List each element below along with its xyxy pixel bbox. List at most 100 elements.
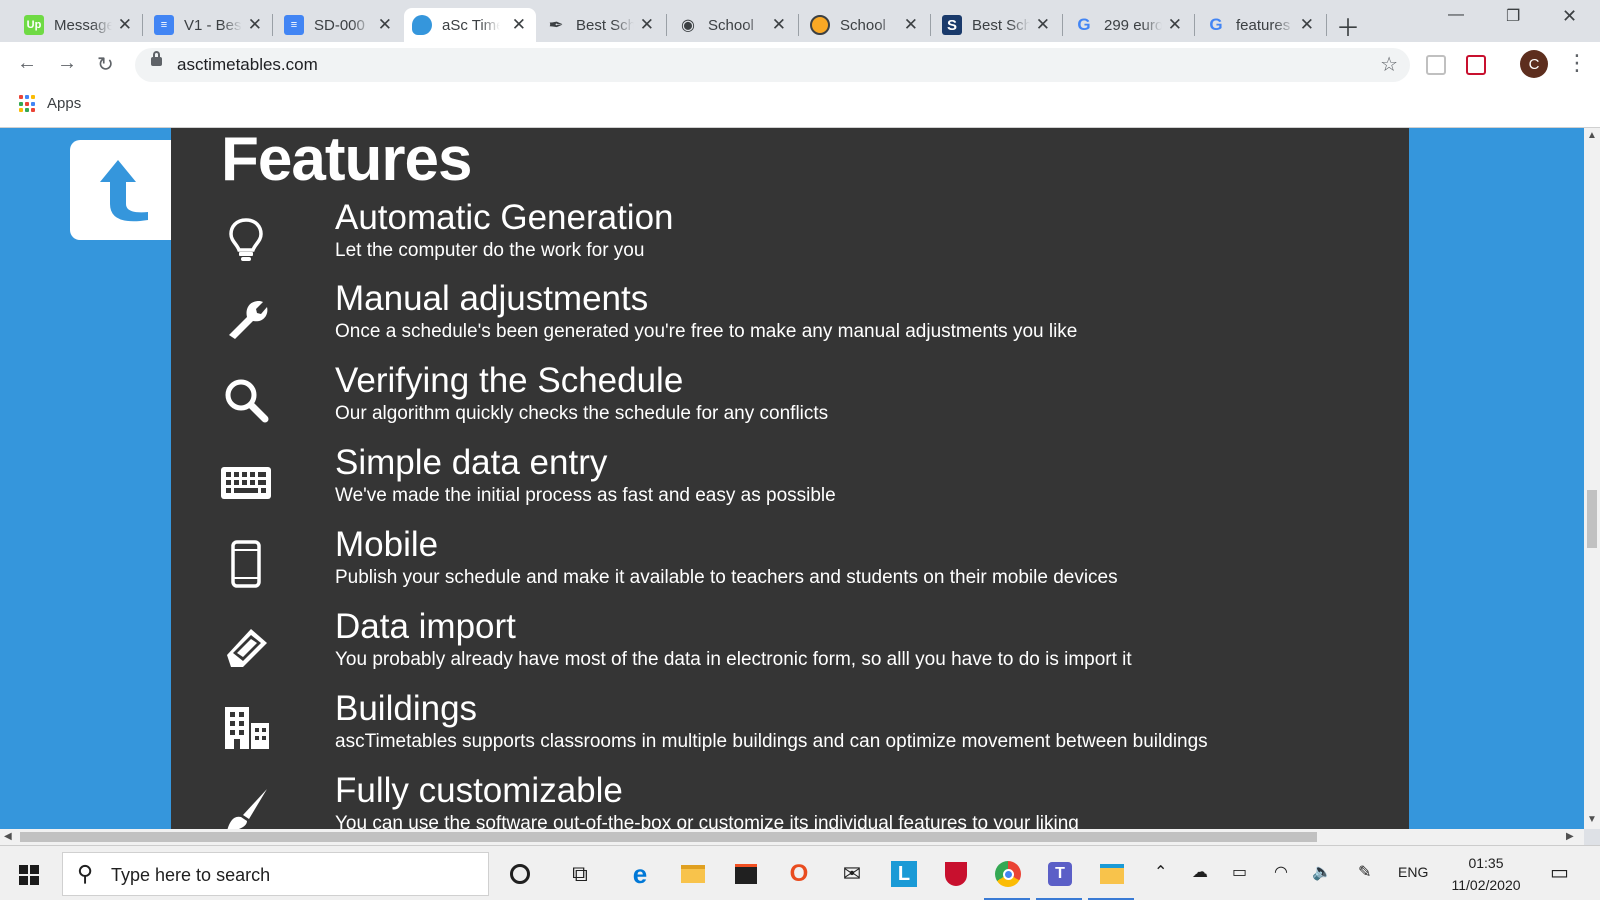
scroll-right-arrow-icon[interactable]: ▶ [1566, 831, 1574, 842]
feature-title: Simple data entry [335, 443, 608, 482]
teams-icon[interactable]: T [1046, 860, 1074, 888]
search-icon [225, 379, 269, 423]
bookmark-star-icon[interactable]: ☆ [1380, 52, 1398, 77]
horizontal-scroll-thumb[interactable] [20, 832, 1317, 842]
tab-title: aSc Timetables [442, 16, 500, 34]
file-explorer-icon[interactable] [679, 860, 707, 888]
office-icon[interactable]: O [785, 860, 813, 888]
minimize-button[interactable]: — [1448, 6, 1464, 24]
pen-icon[interactable]: ✎ [1358, 862, 1371, 882]
horizontal-scrollbar[interactable]: ◀ ▶ [0, 829, 1584, 845]
tab-title: features [1236, 16, 1291, 34]
close-tab-icon[interactable]: ✕ [640, 15, 654, 35]
mail-icon[interactable]: ✉ [838, 860, 866, 888]
store-icon[interactable] [732, 860, 760, 888]
close-tab-icon[interactable]: ✕ [512, 15, 526, 35]
upwork-icon: Up [24, 15, 44, 35]
tab-school-2[interactable]: School ✕ [802, 8, 928, 42]
tab-299-euro[interactable]: G 299 euro ✕ [1066, 8, 1192, 42]
forward-button[interactable]: → [57, 52, 77, 75]
close-tab-icon[interactable]: ✕ [904, 15, 918, 35]
back-button[interactable]: ← [17, 52, 37, 75]
tab-title: School [840, 16, 886, 34]
task-view-icon[interactable]: ⧉ [566, 860, 594, 888]
close-tab-icon[interactable]: ✕ [118, 15, 132, 35]
feature-title: Fully customizable [335, 771, 623, 810]
onedrive-cloud-icon[interactable]: ☁ [1192, 862, 1208, 882]
l-app-icon[interactable]: L [890, 860, 918, 888]
close-tab-icon[interactable]: ✕ [1300, 15, 1314, 35]
profile-avatar[interactable]: C [1520, 50, 1548, 78]
address-bar[interactable]: asctimetables.com ☆ [135, 48, 1410, 82]
feature-title: Verifying the Schedule [335, 361, 684, 400]
language-indicator[interactable]: ENG [1398, 864, 1428, 880]
scroll-up-arrow-icon[interactable]: ▲ [1587, 130, 1597, 141]
apps-icon[interactable] [19, 95, 37, 113]
tab-divider [1194, 14, 1195, 36]
browser-menu-icon[interactable]: ⋮ [1566, 50, 1588, 76]
restore-button[interactable]: ❐ [1506, 6, 1520, 26]
feature-description: Let the computer do the work for you [335, 240, 645, 261]
quill-icon: ✒ [548, 14, 564, 35]
feature-description: You probably already have most of the da… [335, 649, 1132, 670]
close-tab-icon[interactable]: ✕ [1168, 15, 1182, 35]
vertical-scroll-thumb[interactable] [1587, 490, 1597, 548]
tab-sd-000[interactable]: ≡ SD-000 ✕ [276, 8, 402, 42]
docs-icon: ≡ [284, 15, 304, 35]
tab-divider [930, 14, 931, 36]
taskbar-search-input[interactable]: ⚲ Type here to search [62, 852, 489, 896]
mcafee-extension-icon[interactable] [1466, 55, 1486, 75]
feature-description: Once a schedule's been generated you're … [335, 321, 1078, 342]
feature-item: Verifying the Schedule Our algorithm qui… [221, 361, 1371, 447]
feature-item: Manual adjustments Once a schedule's bee… [221, 279, 1371, 365]
close-window-button[interactable]: ✕ [1562, 6, 1577, 27]
chrome-icon[interactable] [994, 860, 1022, 888]
search-icon: ⚲ [77, 861, 94, 886]
edge-icon[interactable]: e [626, 859, 654, 889]
close-tab-icon[interactable]: ✕ [1036, 15, 1050, 35]
tab-title: SD-000 [314, 16, 365, 34]
lock-icon [151, 51, 162, 66]
tab-best-school[interactable]: ✒ Best School ✕ [538, 8, 664, 42]
mcafee-icon[interactable] [942, 860, 970, 888]
apps-bookmark[interactable]: Apps [47, 95, 81, 112]
tab-divider [1326, 14, 1327, 36]
close-tab-icon[interactable]: ✕ [378, 15, 392, 35]
new-tab-button[interactable]: ＋ [1336, 8, 1360, 43]
feature-title: Mobile [335, 525, 439, 564]
web-page: Features Automatic Generation Let the co… [0, 128, 1584, 829]
tab-best-school-2[interactable]: S Best School ✕ [934, 8, 1060, 42]
back-to-top-button[interactable] [70, 140, 182, 240]
close-tab-icon[interactable]: ✕ [248, 15, 262, 35]
browser-toolbar: ← → ↻ asctimetables.com ☆ C ⋮ [0, 42, 1600, 88]
battery-icon[interactable]: ▭ [1232, 862, 1247, 882]
clock[interactable]: 01:35 11/02/2020 [1436, 852, 1536, 896]
feature-description: You can use the software out-of-the-box … [335, 813, 1079, 829]
asc-icon [412, 15, 432, 35]
volume-icon[interactable]: 🔈 [1312, 862, 1332, 882]
action-center-icon[interactable]: ▭ [1550, 860, 1569, 885]
reload-button[interactable]: ↻ [97, 52, 114, 77]
wifi-icon[interactable]: ◠ [1274, 862, 1288, 882]
tab-title: Best School [972, 16, 1030, 34]
windows-start-icon[interactable] [19, 865, 39, 885]
extension-icon[interactable] [1426, 55, 1446, 75]
onedrive-files-icon[interactable] [1098, 860, 1126, 888]
url-text[interactable]: asctimetables.com [177, 55, 318, 75]
tab-features[interactable]: G features ✕ [1198, 8, 1324, 42]
close-tab-icon[interactable]: ✕ [772, 15, 786, 35]
scroll-left-arrow-icon[interactable]: ◀ [4, 831, 12, 842]
scroll-down-arrow-icon[interactable]: ▼ [1587, 814, 1597, 825]
tab-divider [798, 14, 799, 36]
cortana-icon[interactable] [506, 860, 534, 888]
docs-icon: ≡ [154, 15, 174, 35]
tab-divider [272, 14, 273, 36]
keyboard-icon [221, 467, 271, 499]
tab-v1-best[interactable]: ≡ V1 - Best ✕ [146, 8, 272, 42]
tab-messages[interactable]: Up Messages ✕ [16, 8, 142, 42]
show-hidden-icons-chevron-icon[interactable]: ⌃ [1154, 862, 1167, 882]
tab-title: V1 - Best [184, 16, 242, 34]
tab-school[interactable]: ◉ School ✕ [670, 8, 796, 42]
vertical-scrollbar[interactable]: ▲ ▼ [1584, 128, 1600, 829]
tab-asc-timetables[interactable]: aSc Timetables ✕ [404, 8, 536, 42]
